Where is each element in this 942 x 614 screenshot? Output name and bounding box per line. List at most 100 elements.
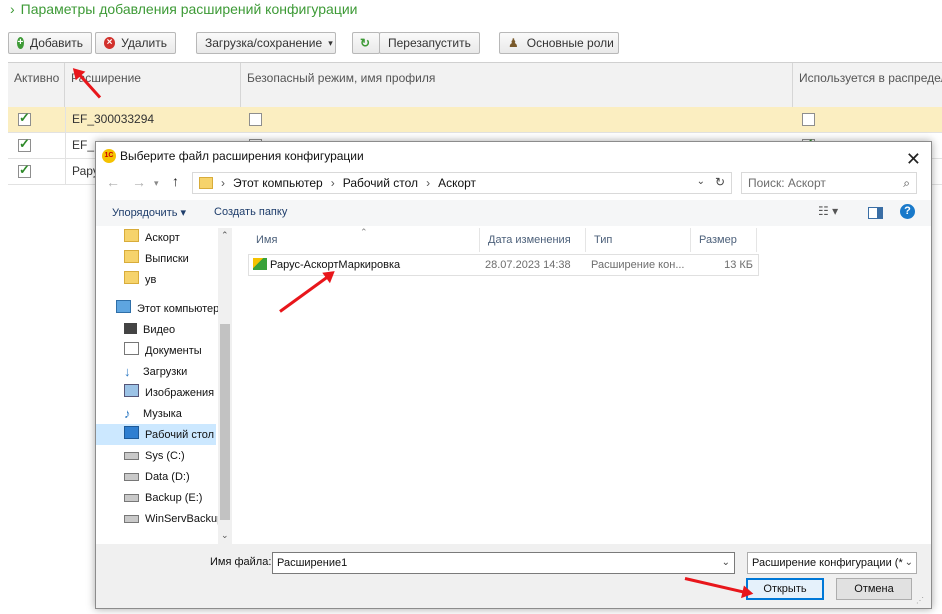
delete-button[interactable]: × Удалить [95,32,176,54]
search-input[interactable]: Поиск: Аскорт ⌕ [741,172,917,194]
document-icon [124,342,139,355]
filename-dropdown-icon[interactable]: ⌄ [722,553,730,573]
address-dropdown-icon[interactable]: ⌄ [697,176,705,187]
up-icon[interactable]: ↑ [172,173,179,189]
column-header-used-in[interactable]: Используется в распредел [793,63,942,107]
refresh-icon[interactable]: ↻ [715,175,725,189]
scroll-thumb[interactable] [220,324,230,520]
resize-grip-icon[interactable]: ⋰ [916,596,924,605]
breadcrumb-item[interactable]: Этот компьютер [233,176,323,190]
cancel-button[interactable]: Отмена [836,578,912,600]
nav-item-drive-e[interactable]: Backup (E:) [124,488,202,508]
nav-item-drive-d[interactable]: Data (D:) [124,467,190,487]
load-save-button[interactable]: Загрузка/сохранение ▾ [196,32,336,54]
file-size: 13 КБ [724,259,753,271]
address-bar[interactable]: › Этот компьютер › Рабочий стол › Аскорт… [192,172,732,194]
chevron-right-icon: › [10,1,15,17]
column-header-safe-mode[interactable]: Безопасный режим, имя профиля [241,63,793,107]
extension-name: EF_300033294 [65,107,241,132]
new-folder-button[interactable]: Создать папку [214,206,287,218]
desktop-icon [124,426,139,439]
nav-scrollbar[interactable]: ⌃ ⌄ [218,228,232,544]
forward-icon[interactable]: → [132,174,146,190]
nav-item-music[interactable]: ♪ Музыка [124,404,182,424]
nav-item-desktop[interactable]: Рабочий стол [124,425,214,445]
download-icon: ↓ [124,364,131,379]
file-list: Имя ⌃ Дата изменения Тип Размер Рарус-Аск… [236,227,931,544]
file-type-filter-select[interactable]: Расширение конфигурации (* ⌄ [747,552,917,574]
back-icon[interactable]: ← [106,174,120,190]
nav-item-this-pc[interactable]: Этот компьютер [116,299,219,319]
nav-item-vypiski[interactable]: Выписки [124,249,189,269]
folder-icon [199,177,213,189]
drive-icon [124,515,139,523]
folder-icon [124,229,139,242]
column-header-date[interactable]: Дата изменения [480,228,586,252]
nav-item-video[interactable]: Видео [124,320,175,340]
scroll-up-icon[interactable]: ⌃ [221,230,229,241]
app-logo-icon: 1С [102,149,116,163]
refresh-icon: ↻ [360,36,371,50]
navigation-bar: ← → ▾ ↑ › Этот компьютер › Рабочий стол … [96,172,931,196]
add-icon: + [17,37,24,49]
active-checkbox[interactable] [18,162,31,178]
search-icon: ⌕ [903,176,910,190]
dialog-title-bar: 1С Выберите файл расширения конфигурации… [96,142,931,170]
add-button[interactable]: + Добавить [8,32,92,54]
nav-item-documents[interactable]: Документы [124,341,202,361]
safe-mode-checkbox[interactable] [249,113,262,126]
dropdown-arrow-icon: ▾ [328,37,333,48]
delete-icon: × [104,37,116,49]
close-icon[interactable]: ✕ [906,145,921,173]
nav-item-downloads[interactable]: ↓ Загрузки [124,362,187,382]
main-roles-button[interactable]: ♟ Основные роли [499,32,619,54]
dialog-footer: Имя файла: Расширение1 ⌄ Расширение конф… [96,544,931,608]
file-name: Рарус-АскортМаркировка [270,259,401,271]
nav-item-winservbackup[interactable]: WinServBackup [124,509,223,529]
file-date: 28.07.2023 14:38 [485,259,571,271]
drive-icon [124,494,139,502]
user-icon: ♟ [508,36,519,50]
nav-item-uv[interactable]: ув [124,270,156,290]
breadcrumb-separator-icon: › [330,176,335,190]
active-checkbox[interactable] [18,110,31,126]
column-header-active[interactable]: Активно [8,63,65,107]
view-options-icon[interactable]: ☷ ▾ [818,204,838,218]
filter-dropdown-icon: ⌄ [904,553,913,573]
drive-icon [124,452,139,460]
sort-up-icon: ⌃ [360,227,368,237]
page-title: › Параметры добавления расширений конфигу… [10,1,358,17]
folder-icon [124,250,139,263]
breadcrumb-item[interactable]: Аскорт [438,176,476,190]
filename-input[interactable]: Расширение1 ⌄ [272,552,735,574]
table-header: Активно Расширение Безопасный режим, имя… [8,63,942,108]
file-open-dialog: 1С Выберите файл расширения конфигурации… [95,141,932,609]
folder-icon [124,271,139,284]
active-checkbox[interactable] [18,136,31,152]
video-icon [124,323,137,334]
organize-button[interactable]: Упорядочить ▾ [112,206,186,219]
extension-file-icon [253,258,267,270]
refresh-button[interactable]: ↻ [352,32,380,54]
column-header-type[interactable]: Тип [586,228,691,252]
help-icon[interactable]: ? [900,204,915,219]
dialog-title: Выберите файл расширения конфигурации [120,149,364,163]
image-icon [124,384,139,397]
breadcrumb-item[interactable]: Рабочий стол [343,176,418,190]
scroll-down-icon[interactable]: ⌄ [221,530,229,541]
file-type: Расширение кон... [591,259,685,271]
nav-item-drive-c[interactable]: Sys (C:) [124,446,185,466]
drive-icon [124,473,139,481]
column-header-name[interactable]: Имя ⌃ [248,227,480,252]
open-button[interactable]: Открыть [746,578,824,600]
used-checkbox[interactable] [802,113,815,126]
table-row[interactable]: EF_300033294 [8,107,942,133]
recent-dropdown-icon[interactable]: ▾ [154,178,159,189]
preview-pane-icon[interactable] [868,207,883,219]
nav-item-askort[interactable]: Аскорт [124,228,180,248]
nav-item-images[interactable]: Изображения [124,383,214,403]
restart-button[interactable]: Перезапустить [379,32,480,54]
breadcrumb-separator-icon: › [426,176,431,190]
navigation-pane: Аскорт Выписки ув Этот компьютер Видео Д… [96,228,232,544]
column-header-size[interactable]: Размер [691,228,757,252]
